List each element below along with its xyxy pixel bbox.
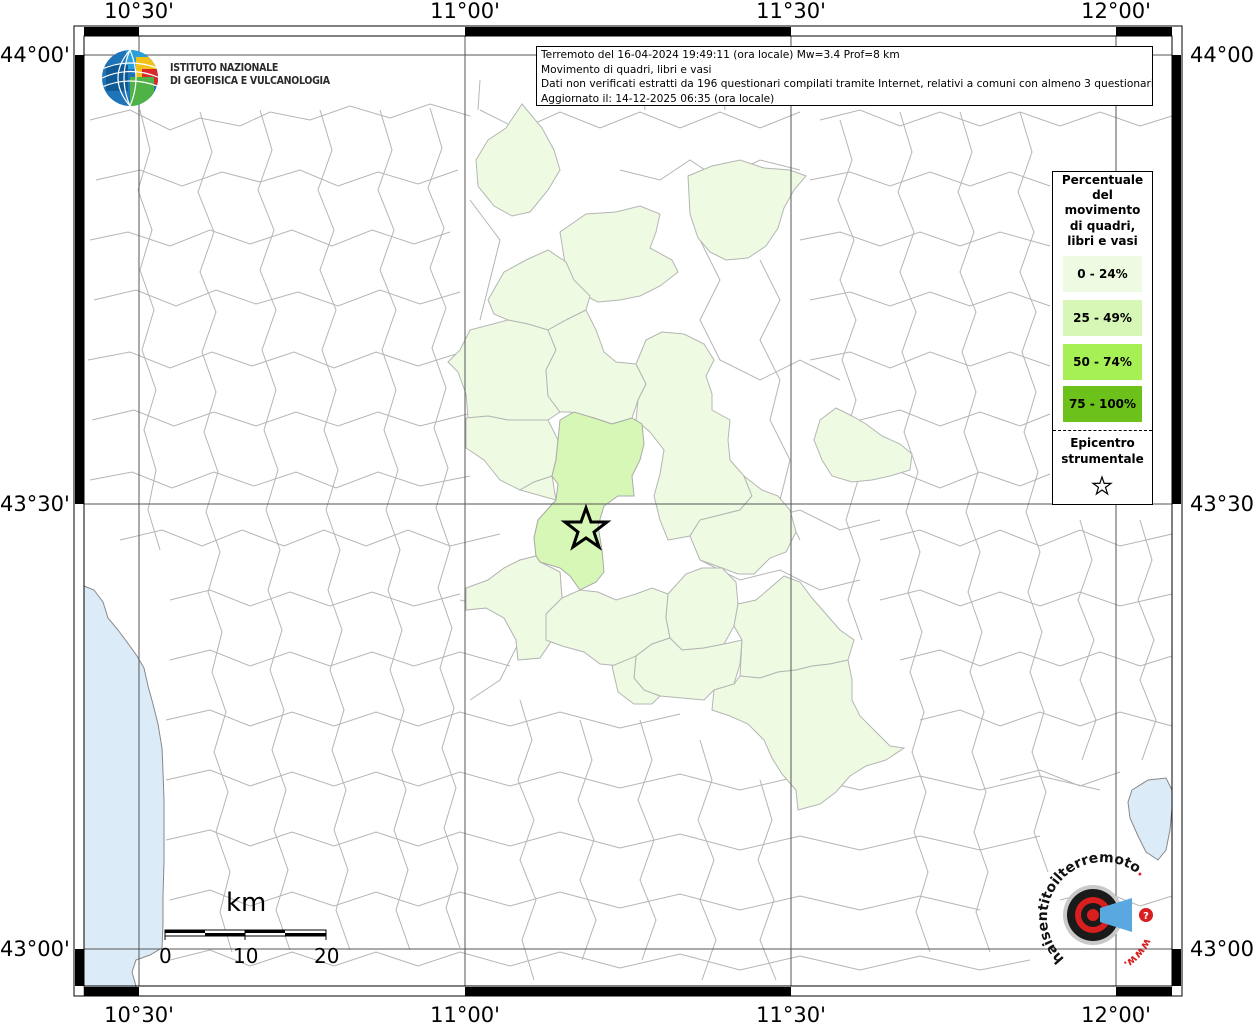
star-icon (1091, 475, 1113, 500)
ingv-globe-icon (100, 47, 162, 113)
legend-title-line: del (1092, 188, 1113, 203)
update-time: Aggiornato il: 14-12-2025 06:35 (ora loc… (541, 92, 775, 105)
event-info-box: Terremoto del 16-04-2024 19:49:11 (ora l… (536, 46, 1153, 106)
svg-text:?: ? (1143, 911, 1149, 922)
scale-tick-20: 20 (314, 944, 340, 968)
lon-top-4: 12°00' (1081, 0, 1151, 23)
scale-tick-10: 10 (233, 944, 259, 968)
event-header: Terremoto del 16-04-2024 19:49:11 (ora l… (541, 49, 900, 61)
logo-line1: ISTITUTO NAZIONALE (170, 62, 279, 74)
legend-separator (1053, 430, 1152, 431)
ingv-name: ISTITUTO NAZIONALE DI GEOFISICA E VULCAN… (170, 62, 330, 88)
lat-right-3: 43°00' (1190, 937, 1255, 961)
lon-bottom-4: 12°00' (1081, 1003, 1151, 1024)
legend-item-75-100: 75 - 100% (1063, 386, 1142, 422)
scale-tick-0: 0 (159, 944, 172, 968)
legend-item-0-24: 0 - 24% (1063, 256, 1142, 292)
lat-right-1: 44°00' (1190, 43, 1255, 67)
lat-left-2: 43°30' (0, 492, 70, 516)
lat-left-1: 44°00' (0, 43, 70, 67)
lon-top-1: 10°30' (104, 0, 174, 23)
legend-title-line: libri e vasi (1067, 233, 1138, 248)
legend-title-line: di quadri, (1069, 218, 1136, 233)
lat-left-3: 43°00' (0, 937, 70, 961)
lon-top-3: 11°30' (756, 0, 826, 23)
intensity-map: 10°30' 11°00' 11°30' 12°00' 10°30' 11°00… (0, 0, 1255, 1024)
legend-title-line: Percentuale (1061, 173, 1144, 187)
lon-bottom-2: 11°00' (430, 1003, 500, 1024)
lon-bottom-3: 11°30' (756, 1003, 826, 1024)
legend-item-25-49: 25 - 49% (1063, 300, 1142, 336)
legend-epi-line: strumentale (1061, 452, 1144, 466)
legend-epi-line: Epicentro (1070, 436, 1135, 450)
lon-bottom-1: 10°30' (104, 1003, 174, 1024)
legend-epicenter-label: Epicentro strumentale (1053, 435, 1152, 467)
lat-right-2: 43°30' (1190, 492, 1255, 516)
legend-item-50-74: 50 - 74% (1063, 344, 1142, 380)
data-disclaimer: Dati non verificati estratti da 196 ques… (541, 78, 1153, 90)
legend: Percentuale del movimento di quadri, lib… (1052, 171, 1153, 505)
legend-title: Percentuale del movimento di quadri, lib… (1053, 173, 1152, 249)
map-parameter: Movimento di quadri, libri e vasi (541, 63, 712, 76)
scale-unit: km (226, 888, 267, 918)
logo-line2: DI GEOFISICA E VULCANOLOGIA (170, 75, 330, 87)
legend-title-line: movimento (1064, 203, 1141, 218)
lon-top-2: 11°00' (430, 0, 500, 23)
